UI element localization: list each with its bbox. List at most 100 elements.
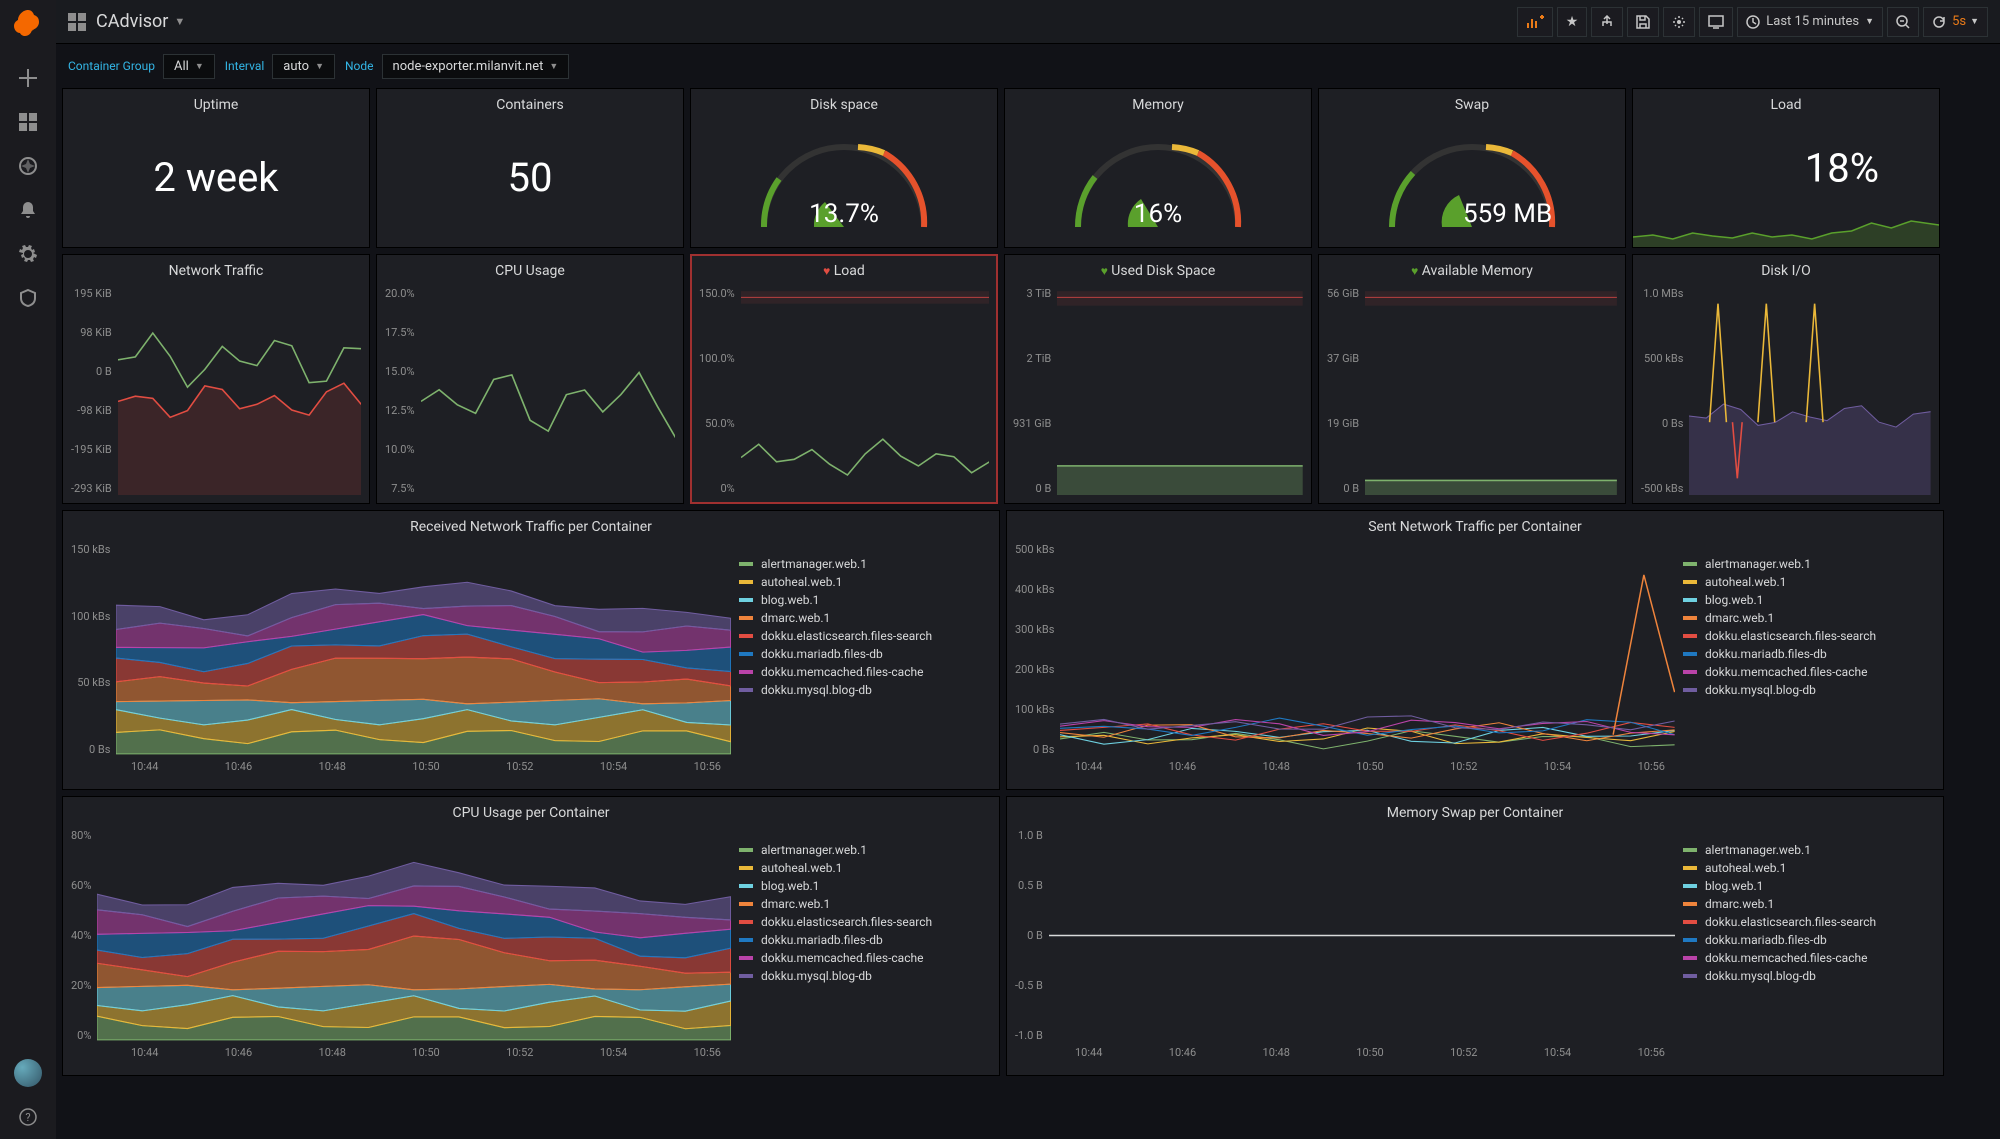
alert-icon[interactable] bbox=[8, 190, 48, 230]
help-icon[interactable]: ? bbox=[8, 1097, 48, 1137]
legend-item[interactable]: autoheal.web.1 bbox=[1683, 861, 1927, 875]
legend-item[interactable]: autoheal.web.1 bbox=[739, 861, 983, 875]
legend-item[interactable]: dokku.mariadb.files-db bbox=[1683, 933, 1927, 947]
y-axis: 3 TiB2 TiB931 GiB0 B bbox=[1013, 287, 1057, 495]
chevron-down-icon: ▼ bbox=[1970, 16, 1979, 27]
zoom-out-button[interactable] bbox=[1887, 7, 1919, 37]
legend-item[interactable]: blog.web.1 bbox=[1683, 879, 1927, 893]
config-icon[interactable] bbox=[8, 234, 48, 274]
panel-net_traffic[interactable]: Network Traffic195 KiB98 KiB0 B-98 KiB-1… bbox=[62, 254, 370, 504]
time-range-button[interactable]: Last 15 minutes ▼ bbox=[1737, 7, 1883, 37]
settings-button[interactable] bbox=[1663, 7, 1695, 37]
svg-text:?: ? bbox=[25, 1111, 30, 1124]
plot-area[interactable] bbox=[421, 287, 675, 495]
legend-item[interactable]: blog.web.1 bbox=[739, 593, 983, 607]
tv-mode-button[interactable] bbox=[1699, 7, 1733, 37]
panel-swap_pc[interactable]: Memory Swap per Container1.0 B0.5 B0 B-0… bbox=[1006, 796, 1944, 1076]
plot-area[interactable] bbox=[741, 287, 989, 495]
legend-item[interactable]: dokku.mariadb.files-db bbox=[1683, 647, 1927, 661]
legend-item[interactable]: blog.web.1 bbox=[739, 879, 983, 893]
panel-mem-gauge[interactable]: Memory 16% bbox=[1004, 88, 1312, 248]
shield-icon[interactable] bbox=[8, 278, 48, 318]
legend-item[interactable]: dmarc.web.1 bbox=[1683, 897, 1927, 911]
heart-icon: ♥ bbox=[1411, 264, 1418, 278]
heart-icon: ♥ bbox=[823, 264, 830, 278]
plot-area[interactable] bbox=[97, 829, 731, 1042]
var-interval[interactable]: auto▼ bbox=[272, 54, 335, 79]
chevron-down-icon: ▼ bbox=[1865, 16, 1874, 27]
panel-disk-gauge[interactable]: Disk space 13.7% bbox=[690, 88, 998, 248]
plot-area[interactable] bbox=[1365, 287, 1617, 495]
legend-item[interactable]: dokku.memcached.files-cache bbox=[1683, 951, 1927, 965]
legend-item[interactable]: dokku.mysql.blog-db bbox=[1683, 969, 1927, 983]
plot-area[interactable] bbox=[1060, 543, 1675, 756]
refresh-button[interactable]: 5s ▼ bbox=[1923, 7, 1988, 37]
panel-cpu_pc[interactable]: CPU Usage per Container80%60%40%20%0%10:… bbox=[62, 796, 1000, 1076]
panel-swap-gauge[interactable]: Swap 559 MB bbox=[1318, 88, 1626, 248]
legend-item[interactable]: dokku.mariadb.files-db bbox=[739, 933, 983, 947]
dashboards-icon[interactable] bbox=[8, 102, 48, 142]
legend-item[interactable]: alertmanager.web.1 bbox=[739, 843, 983, 857]
legend-item[interactable]: dokku.elasticsearch.files-search bbox=[739, 629, 983, 643]
legend-item[interactable]: alertmanager.web.1 bbox=[739, 557, 983, 571]
panel-uptime[interactable]: Uptime 2 week bbox=[62, 88, 370, 248]
y-axis: 80%60%40%20%0% bbox=[71, 829, 97, 1042]
legend-item[interactable]: dokku.memcached.files-cache bbox=[1683, 665, 1927, 679]
legend-item[interactable]: dokku.elasticsearch.files-search bbox=[1683, 629, 1927, 643]
panel-cpu[interactable]: CPU Usage20.0%17.5%15.0%12.5%10.0%7.5% bbox=[376, 254, 684, 504]
gauge-value: 559 MB bbox=[1463, 199, 1552, 229]
legend-item[interactable]: dokku.elasticsearch.files-search bbox=[1683, 915, 1927, 929]
share-button[interactable] bbox=[1591, 7, 1623, 37]
var-label: Container Group bbox=[68, 59, 155, 73]
panel-title: Containers bbox=[377, 89, 683, 117]
panel-containers[interactable]: Containers 50 bbox=[376, 88, 684, 248]
legend-item[interactable]: blog.web.1 bbox=[1683, 593, 1927, 607]
grafana-logo[interactable] bbox=[12, 8, 44, 40]
plot-area[interactable] bbox=[1049, 829, 1675, 1042]
refresh-icon bbox=[1932, 15, 1946, 29]
star-button[interactable]: ★ bbox=[1557, 7, 1588, 37]
legend-item[interactable]: dmarc.web.1 bbox=[1683, 611, 1927, 625]
panel-load-stat[interactable]: Load 18% bbox=[1632, 88, 1940, 248]
plot-area[interactable] bbox=[1057, 287, 1303, 495]
user-avatar[interactable] bbox=[14, 1059, 42, 1087]
legend-item[interactable]: autoheal.web.1 bbox=[739, 575, 983, 589]
panel-title: Memory Swap per Container bbox=[1007, 797, 1943, 825]
legend-item[interactable]: dokku.memcached.files-cache bbox=[739, 665, 983, 679]
panel-recv_net[interactable]: Received Network Traffic per Container15… bbox=[62, 510, 1000, 790]
plot-area[interactable] bbox=[118, 287, 361, 495]
legend-item[interactable]: dokku.mysql.blog-db bbox=[739, 683, 983, 697]
x-axis: 10:4410:4610:4810:5010:5210:5410:56 bbox=[71, 1042, 731, 1067]
panel-disk_io[interactable]: Disk I/O1.0 MBs500 kBs0 Bs-500 kBs bbox=[1632, 254, 1940, 504]
legend-item[interactable]: dmarc.web.1 bbox=[739, 897, 983, 911]
legend-item[interactable]: alertmanager.web.1 bbox=[1683, 843, 1927, 857]
panel-avail_mem[interactable]: ♥ Available Memory56 GiB37 GiB19 GiB0 B bbox=[1318, 254, 1626, 504]
y-axis: 150.0%100.0%50.0%0% bbox=[699, 287, 741, 495]
legend-item[interactable]: alertmanager.web.1 bbox=[1683, 557, 1927, 571]
legend-item[interactable]: dokku.elasticsearch.files-search bbox=[739, 915, 983, 929]
legend-item[interactable]: dokku.mysql.blog-db bbox=[1683, 683, 1927, 697]
var-container-group[interactable]: All▼ bbox=[163, 54, 215, 79]
stat-value: 18% bbox=[1805, 145, 1879, 192]
save-button[interactable] bbox=[1627, 7, 1659, 37]
panel-sent_net[interactable]: Sent Network Traffic per Container500 kB… bbox=[1006, 510, 1944, 790]
plot-area[interactable] bbox=[116, 543, 731, 756]
legend-item[interactable]: dmarc.web.1 bbox=[739, 611, 983, 625]
var-node[interactable]: node-exporter.milanvit.net▼ bbox=[382, 54, 570, 79]
explore-icon[interactable] bbox=[8, 146, 48, 186]
panel-load[interactable]: ♥ Load150.0%100.0%50.0%0% bbox=[690, 254, 998, 504]
panel-used_disk[interactable]: ♥ Used Disk Space3 TiB2 TiB931 GiB0 B bbox=[1004, 254, 1312, 504]
legend-item[interactable]: dokku.mariadb.files-db bbox=[739, 647, 983, 661]
gauge-value: 16% bbox=[1053, 199, 1263, 229]
dashboard-title[interactable]: CAdvisor▼ bbox=[96, 11, 185, 32]
add-icon[interactable] bbox=[8, 58, 48, 98]
panel-title: ♥ Available Memory bbox=[1319, 255, 1625, 283]
add-panel-button[interactable] bbox=[1517, 7, 1553, 37]
sidebar: ? bbox=[0, 0, 56, 1139]
plot-area[interactable] bbox=[1689, 287, 1931, 495]
panel-title: Swap bbox=[1319, 89, 1625, 117]
y-axis: 500 kBs400 kBs300 kBs200 kBs100 kBs0 Bs bbox=[1015, 543, 1060, 756]
legend-item[interactable]: dokku.mysql.blog-db bbox=[739, 969, 983, 983]
legend-item[interactable]: dokku.memcached.files-cache bbox=[739, 951, 983, 965]
legend-item[interactable]: autoheal.web.1 bbox=[1683, 575, 1927, 589]
